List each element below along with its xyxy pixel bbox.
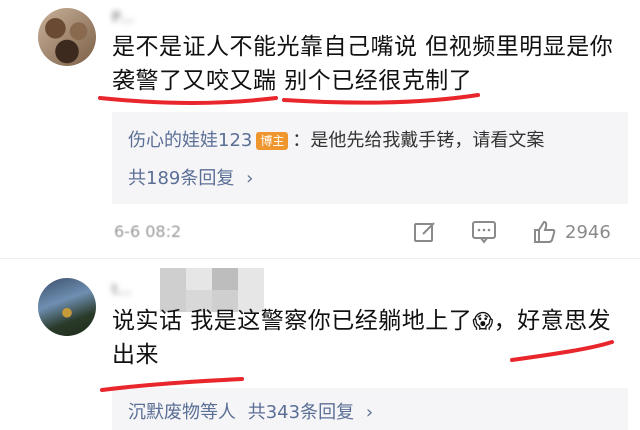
- commenter-avatar[interactable]: [38, 278, 96, 336]
- like-count: 2946: [565, 221, 611, 243]
- chevron-right-icon: ›: [365, 402, 374, 423]
- comment-line-2: 出来: [112, 342, 159, 368]
- commenter-avatar[interactable]: [38, 8, 96, 66]
- reply-count: 共343条回复: [247, 402, 355, 423]
- commenter-username[interactable]: P…: [112, 10, 134, 26]
- divider: [0, 258, 640, 259]
- comment-icon[interactable]: [470, 219, 498, 249]
- commenter-username[interactable]: t…: [112, 282, 132, 298]
- like-button[interactable]: 2946: [531, 218, 611, 246]
- view-replies-link[interactable]: 沉默废物等人 共343条回复 ›: [128, 398, 373, 424]
- view-replies-link[interactable]: 共189条回复 ›: [128, 164, 253, 190]
- top-reply: 伤心的娃娃123 博主 ：是他先给我戴手铐，请看文案: [128, 126, 544, 152]
- comment-line-1: 说实话 我是这警察你已经躺地上了😱，好意思发: [112, 308, 612, 334]
- comment-timestamp: 6-6 08:2: [114, 222, 182, 241]
- reply-box[interactable]: 沉默废物等人 共343条回复 ›: [112, 388, 628, 430]
- edit-icon[interactable]: [412, 219, 438, 249]
- comment-line-1: 是不是证人不能光靠自己嘴说 但视频里明显是你: [112, 34, 614, 60]
- reply-count: 共189条回复: [128, 168, 235, 189]
- reply-author[interactable]: 伤心的娃娃123: [128, 130, 252, 151]
- shocked-emoji-icon: 😱: [472, 309, 494, 333]
- comment-text: 说实话 我是这警察你已经躺地上了😱，好意思发 出来: [112, 304, 632, 372]
- comment-text: 是不是证人不能光靠自己嘴说 但视频里明显是你 袭警了又咬又踹 别个已经很克制了: [112, 30, 632, 98]
- like-icon: [534, 220, 556, 243]
- comment-line-2: 袭警了又咬又踹 别个已经很克制了: [112, 68, 473, 94]
- reply-text: ：是他先给我戴手铐，请看文案: [292, 130, 545, 151]
- author-badge: 博主: [256, 132, 289, 150]
- reply-authors: 沉默废物等人: [128, 402, 236, 423]
- reply-box[interactable]: 伤心的娃娃123 博主 ：是他先给我戴手铐，请看文案 共189条回复 ›: [112, 112, 628, 204]
- underline-stroke: [98, 96, 278, 105]
- chevron-right-icon: ›: [246, 168, 254, 189]
